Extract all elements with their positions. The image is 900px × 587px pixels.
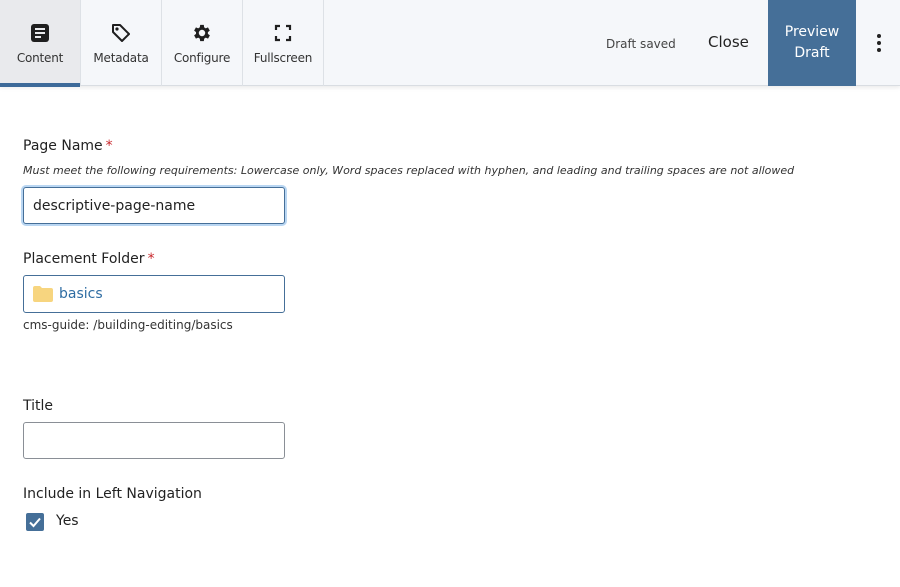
- left-nav-option-label: Yes: [56, 513, 79, 529]
- tab-metadata[interactable]: Metadata: [81, 0, 162, 86]
- folder-path: cms-guide: /building-editing/basics: [23, 318, 233, 332]
- tag-icon: [110, 22, 132, 44]
- tab-label: Metadata: [93, 51, 149, 65]
- draft-status: Draft saved: [606, 37, 676, 51]
- placement-folder-picker[interactable]: basics: [23, 275, 285, 313]
- document-icon: [29, 22, 51, 44]
- tab-configure[interactable]: Configure: [162, 0, 243, 86]
- left-nav-label: Include in Left Navigation: [23, 486, 202, 502]
- tab-content[interactable]: Content: [0, 0, 81, 87]
- required-marker: *: [147, 251, 155, 267]
- more-options-icon[interactable]: [868, 32, 890, 54]
- preview-label: Draft: [794, 45, 830, 61]
- fullscreen-icon: [272, 22, 294, 44]
- preview-draft-button[interactable]: Preview Draft: [768, 0, 856, 86]
- page-name-hint: Must meet the following requirements: Lo…: [23, 164, 795, 177]
- editor-toolbar: Content Metadata Configure Fullscreen: [0, 0, 900, 87]
- required-marker: *: [105, 138, 113, 154]
- title-label: Title: [23, 398, 54, 414]
- folder-icon: [33, 286, 53, 302]
- left-nav-checkbox[interactable]: [26, 513, 44, 531]
- preview-label: Preview: [784, 24, 840, 40]
- page-name-input[interactable]: [23, 187, 285, 224]
- label-text: Placement Folder: [23, 251, 145, 267]
- gear-icon: [191, 22, 213, 44]
- tab-label: Content: [16, 51, 64, 65]
- tab-fullscreen[interactable]: Fullscreen: [243, 0, 324, 86]
- placement-folder-label: Placement Folder *: [23, 251, 155, 267]
- title-input[interactable]: [23, 422, 285, 459]
- tab-label: Configure: [173, 51, 231, 65]
- tab-label: Fullscreen: [253, 51, 313, 65]
- label-text: Page Name: [23, 138, 103, 154]
- folder-name: basics: [59, 286, 103, 302]
- checkmark-icon: [29, 517, 41, 528]
- close-button[interactable]: Close: [696, 33, 761, 51]
- page-name-label: Page Name *: [23, 138, 113, 154]
